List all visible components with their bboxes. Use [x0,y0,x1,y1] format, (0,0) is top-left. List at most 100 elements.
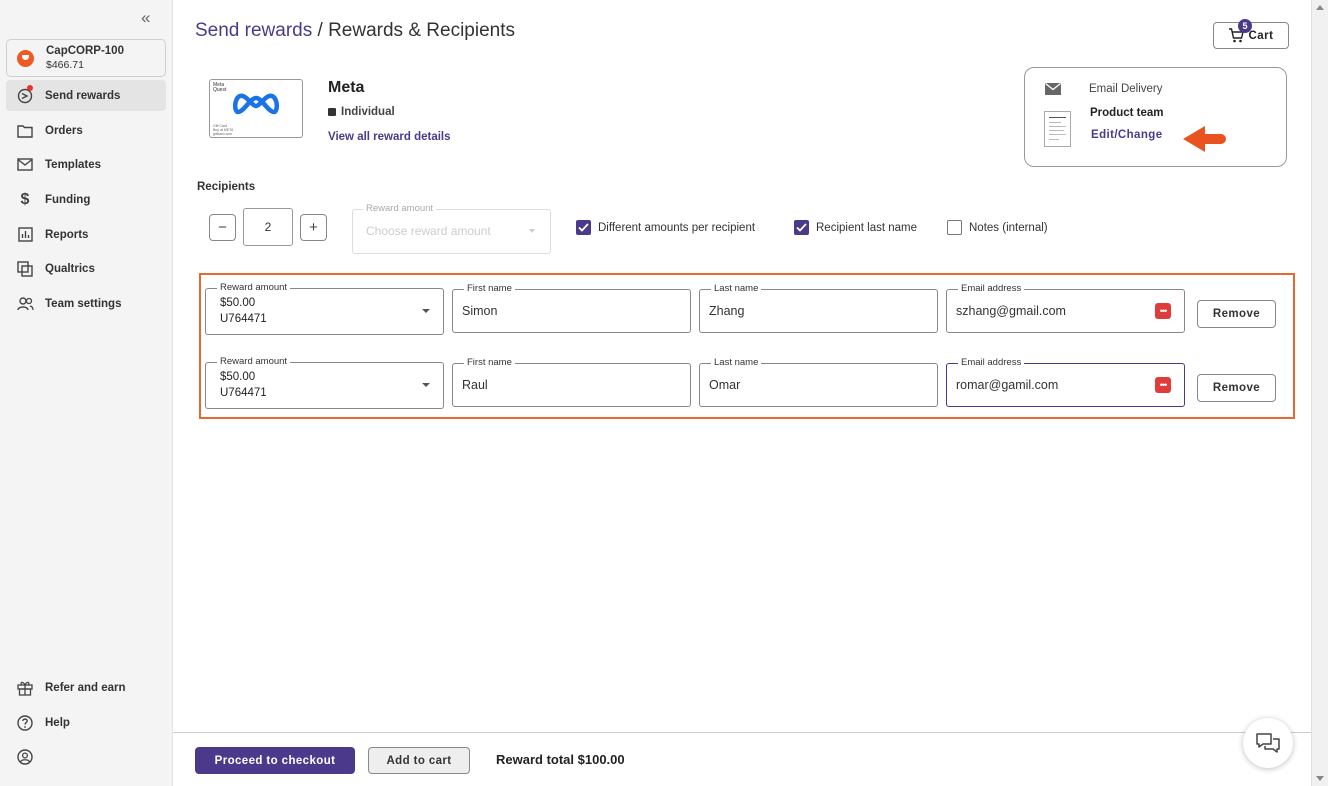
user-icon [16,748,34,766]
reward-amount-placeholder: Choose reward amount [366,224,491,238]
chevron-down-icon [529,229,535,233]
edit-change-link[interactable]: Edit/Change [1091,129,1163,141]
reward-amount-value: $50.00 [220,297,256,309]
cart-count-badge: 5 [1238,19,1252,33]
increase-quantity-button[interactable]: + [300,214,327,241]
password-manager-icon[interactable]: ••• [1155,303,1171,319]
field-label: Reward amount [217,282,291,293]
chat-support-button[interactable] [1243,718,1293,768]
sidebar-item-refer-and-earn[interactable]: Refer and earn [6,672,166,703]
card-fine-print: Gift Card Buy at META giftcard.com [213,124,234,136]
account-balance: $466.71 [46,59,84,71]
first-name-value: Raul [462,378,488,392]
sidebar-item-profile[interactable] [6,741,166,772]
folder-icon [16,122,34,140]
different-amounts-checkbox[interactable]: Different amounts per recipient [576,220,755,235]
checkbox-label: Recipient last name [816,221,917,234]
sidebar-item-funding[interactable]: $ Funding [6,184,166,215]
recipient-rows-container: Reward amount $50.00 U764471 First name … [199,273,1295,419]
breadcrumb: Send rewards / Rewards & Recipients [195,20,515,42]
breadcrumb-send-rewards-link[interactable]: Send rewards [195,20,312,41]
decrease-quantity-button[interactable]: − [209,214,236,241]
chevron-down-icon [422,309,430,313]
account-logo-icon [17,50,34,67]
view-reward-details-link[interactable]: View all reward details [328,131,451,143]
sidebar-item-reports[interactable]: Reports [6,219,166,250]
chat-icon [1256,733,1280,753]
sidebar-item-qualtrics[interactable]: Qualtrics [6,253,166,284]
reward-code-value: U764471 [220,313,267,325]
field-label: First name [464,357,515,368]
sidebar-item-label: Send rewards [45,89,121,102]
checkbox-unchecked-icon [947,220,962,235]
first-name-value: Simon [462,304,498,318]
last-name-value: Zhang [709,304,745,318]
sidebar-item-label: Orders [45,124,83,137]
last-name-field[interactable]: Last name Zhang [699,283,938,333]
proceed-to-checkout-button[interactable]: Proceed to checkout [195,747,355,774]
remove-recipient-button[interactable]: Remove [1197,300,1276,328]
reward-amount-value: $50.00 [220,371,256,383]
email-delivery-card: Email Delivery Product team Edit/Change [1024,67,1287,167]
sidebar-item-label: Team settings [45,297,122,310]
scroll-up-icon[interactable] [1316,5,1324,10]
account-name: CapCORP-100 [46,45,124,57]
sidebar-item-templates[interactable]: Templates [6,149,166,180]
sidebar-item-team-settings[interactable]: Team settings [6,288,166,319]
sidebar-item-label: Qualtrics [45,262,95,275]
reward-amount-select[interactable]: Reward amount $50.00 U764471 [205,356,444,409]
add-to-cart-button[interactable]: Add to cart [368,747,470,774]
sidebar-item-label: Reports [45,228,89,241]
password-manager-icon[interactable]: ••• [1155,377,1171,393]
mail-icon [1045,83,1061,95]
reward-type-label: Individual [341,106,395,118]
reward-card-image: Meta Quest Gift Card Buy at META giftcar… [209,79,303,138]
last-name-field[interactable]: Last name Omar [699,357,938,407]
scroll-down-icon[interactable] [1316,776,1324,781]
recipient-last-name-checkbox[interactable]: Recipient last name [794,220,917,235]
first-name-field[interactable]: First name Raul [452,357,691,407]
email-field[interactable]: Email address szhang@gmail.com ••• [946,283,1185,333]
field-label: Last name [711,283,762,294]
sidebar-item-help[interactable]: Help [6,707,166,738]
help-icon [16,714,34,732]
reward-name: Meta [328,79,365,96]
reward-amount-label: Reward amount [363,203,437,214]
account-switcher[interactable]: CapCORP-100 $466.71 [6,39,166,77]
field-label: Email address [958,357,1025,368]
page-title: Rewards & Recipients [328,20,515,41]
template-name: Product team [1090,107,1164,119]
recipient-quantity-input[interactable]: 2 [243,208,293,246]
first-name-field[interactable]: First name Simon [452,283,691,333]
field-label: Reward amount [217,356,291,367]
sidebar-item-orders[interactable]: Orders [6,115,166,146]
reward-amount-select[interactable]: Reward amount $50.00 U764471 [205,282,444,335]
card-brand-text: Meta Quest [213,82,227,93]
delivery-method-label: Email Delivery [1089,83,1163,95]
page-scrollbar[interactable] [1311,0,1328,786]
envelope-icon [16,156,34,174]
qualtrics-icon [16,260,34,278]
bar-chart-icon [16,226,34,244]
collapse-sidebar-button[interactable]: « [141,8,150,28]
sidebar-item-send-rewards[interactable]: Send rewards [6,80,166,111]
last-name-value: Omar [709,378,741,392]
recipients-heading: Recipients [197,181,256,193]
sidebar: « CapCORP-100 $466.71 Send rewards Order… [0,0,173,786]
remove-recipient-button[interactable]: Remove [1197,374,1276,402]
field-label: Email address [958,283,1025,294]
reward-type: Individual [328,106,395,118]
chevron-down-icon [422,383,430,387]
sidebar-item-label: Help [45,716,70,729]
gift-icon [16,679,34,697]
dollar-icon: $ [20,190,30,208]
cart-button[interactable]: 5 Cart [1213,19,1289,49]
reward-type-icon [328,108,336,116]
email-field[interactable]: Email address romar@gamil.com ••• [946,357,1185,407]
sidebar-item-label: Templates [45,158,102,171]
checkbox-checked-icon [794,220,809,235]
field-label: First name [464,283,515,294]
email-value: romar@gamil.com [956,378,1059,392]
notes-internal-checkbox[interactable]: Notes (internal) [947,220,1048,235]
checkbox-label: Notes (internal) [969,221,1048,234]
